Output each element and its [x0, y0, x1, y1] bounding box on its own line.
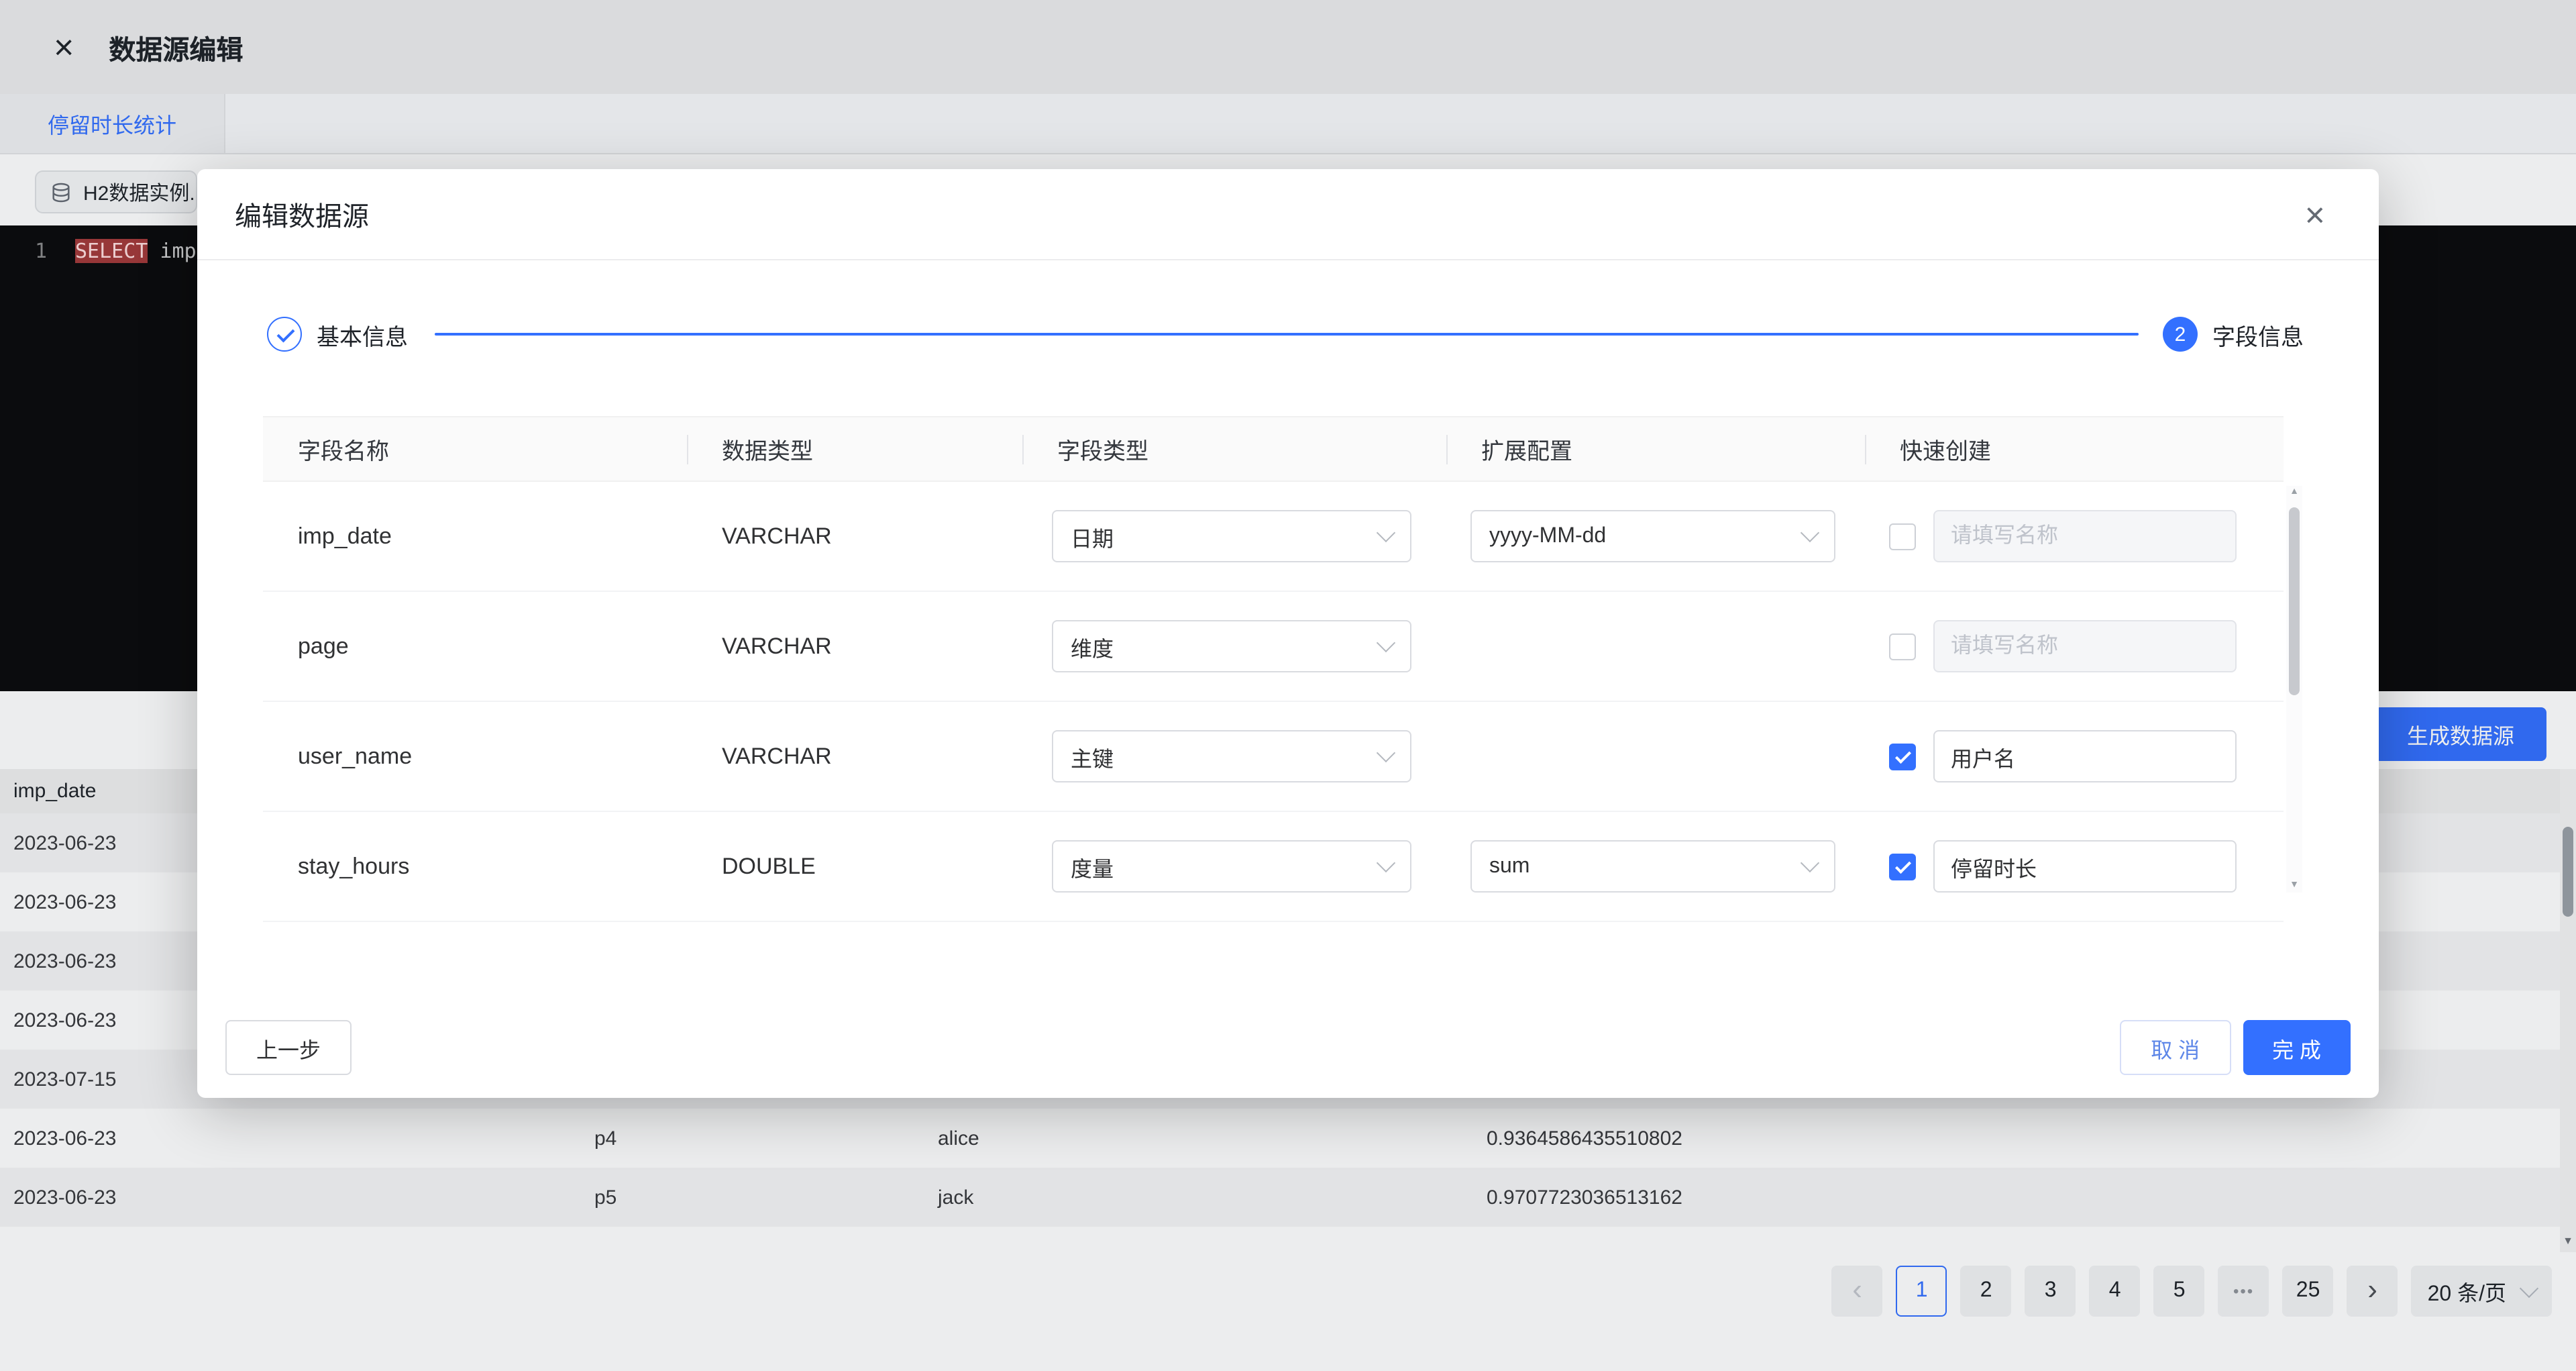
fields-table: 字段名称 数据类型 字段类型 扩展配置 快速创建 imp_date VARCHA…	[263, 416, 2284, 922]
ext-config-select[interactable]: yyyy-MM-dd	[1470, 510, 1835, 562]
field-type-select[interactable]: 度量	[1052, 840, 1411, 893]
quick-name-input[interactable]	[1933, 730, 2237, 782]
finish-button[interactable]: 完 成	[2243, 1020, 2351, 1075]
scroll-down-icon[interactable]: ▼	[2290, 879, 2299, 893]
previous-step-button[interactable]: 上一步	[225, 1020, 352, 1075]
field-type-value: 度量	[1071, 850, 1114, 882]
field-name: page	[263, 633, 349, 660]
step2-label: 字段信息	[2212, 317, 2304, 351]
modal-footer: 上一步 取 消 完 成	[225, 1020, 2351, 1075]
data-type: DOUBLE	[687, 853, 816, 880]
modal-header: 编辑数据源 ×	[197, 169, 2379, 260]
footer-actions: 取 消 完 成	[2120, 1020, 2351, 1075]
ext-config-select[interactable]: sum	[1470, 840, 1835, 893]
scroll-up-icon[interactable]: ▲	[2290, 486, 2299, 499]
field-name: stay_hours	[263, 853, 409, 880]
data-type: VARCHAR	[687, 743, 832, 770]
quick-create-checkbox[interactable]	[1889, 633, 1916, 660]
field-name: user_name	[263, 743, 412, 770]
app-window: × 数据源编辑 停留时长统计 H2数据实例... 1 SELECT imp 生成…	[0, 0, 2576, 1371]
chevron-down-icon	[1377, 854, 1395, 872]
chevron-down-icon	[1801, 523, 1819, 542]
steps-indicator: 基本信息 2 字段信息	[267, 298, 2304, 370]
edit-datasource-modal: 编辑数据源 × 基本信息 2 字段信息 字段名称 数据类型 字段类型 扩展配置 …	[197, 169, 2379, 1098]
modal-title: 编辑数据源	[235, 195, 369, 234]
field-name: imp_date	[263, 523, 392, 550]
step-connector-line	[435, 333, 2139, 336]
chevron-down-icon	[1801, 854, 1819, 872]
quick-name-input[interactable]	[1933, 840, 2237, 893]
field-type-value: 日期	[1071, 520, 1114, 552]
field-row: user_name VARCHAR 主键	[263, 702, 2284, 812]
field-type-select[interactable]: 主键	[1052, 730, 1411, 782]
field-row: stay_hours DOUBLE 度量 sum	[263, 812, 2284, 922]
col-ext-config: 扩展配置	[1446, 417, 1865, 480]
fields-table-body: imp_date VARCHAR 日期 yyyy-MM-dd page VARC…	[263, 482, 2284, 922]
quick-create-checkbox[interactable]	[1889, 523, 1916, 550]
cancel-button[interactable]: 取 消	[2120, 1020, 2231, 1075]
col-quick-create: 快速创建	[1865, 417, 2284, 480]
data-type: VARCHAR	[687, 523, 832, 550]
fields-table-header: 字段名称 数据类型 字段类型 扩展配置 快速创建	[263, 416, 2284, 482]
chevron-down-icon	[1377, 523, 1395, 542]
data-type: VARCHAR	[687, 633, 832, 660]
fields-table-scrollbar[interactable]: ▲ ▼	[2286, 486, 2302, 893]
field-type-select[interactable]: 维度	[1052, 620, 1411, 672]
step2-badge: 2	[2163, 317, 2198, 352]
field-type-select[interactable]: 日期	[1052, 510, 1411, 562]
field-row: page VARCHAR 维度	[263, 592, 2284, 702]
col-field-name: 字段名称	[263, 417, 687, 480]
quick-name-input[interactable]	[1933, 620, 2237, 672]
field-type-value: 维度	[1071, 630, 1114, 662]
field-type-value: 主键	[1071, 740, 1114, 772]
modal-close-icon[interactable]: ×	[2305, 197, 2325, 232]
col-field-type: 字段类型	[1022, 417, 1446, 480]
quick-name-input[interactable]	[1933, 510, 2237, 562]
step1-label: 基本信息	[317, 317, 408, 351]
col-data-type: 数据类型	[687, 417, 1022, 480]
field-row: imp_date VARCHAR 日期 yyyy-MM-dd	[263, 482, 2284, 592]
quick-create-checkbox[interactable]	[1889, 853, 1916, 880]
step1-check-icon	[267, 317, 302, 352]
ext-config-value: sum	[1489, 854, 1529, 878]
quick-create-checkbox[interactable]	[1889, 743, 1916, 770]
scrollbar-thumb[interactable]	[2289, 507, 2300, 695]
chevron-down-icon	[1377, 633, 1395, 652]
ext-config-value: yyyy-MM-dd	[1489, 524, 1606, 548]
chevron-down-icon	[1377, 744, 1395, 762]
